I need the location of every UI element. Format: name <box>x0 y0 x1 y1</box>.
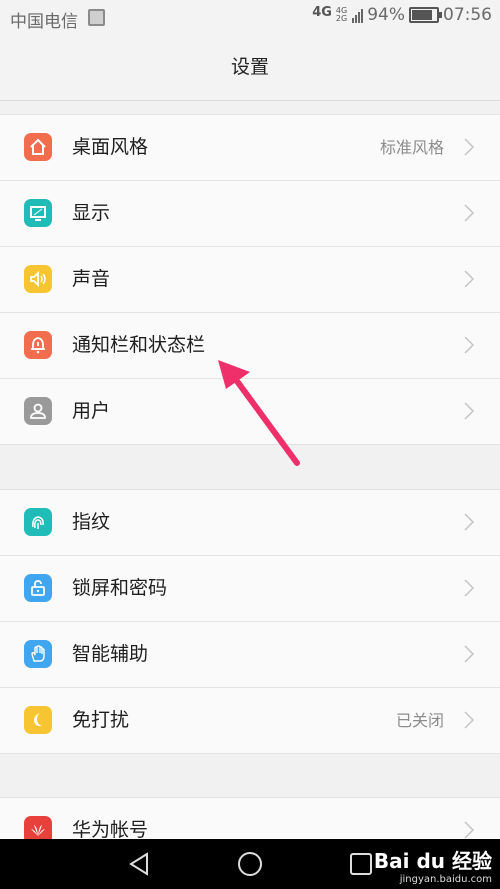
carrier-label: 中国电信 <box>10 12 78 32</box>
page-title: 设置 <box>230 56 269 78</box>
setting-display[interactable]: 显示 <box>0 181 500 247</box>
settings-group-2: 指纹 锁屏和密码 智能辅助 免打扰 已关闭 <box>0 489 500 754</box>
setting-value: 已关闭 <box>395 711 444 730</box>
setting-label: 显示 <box>72 202 111 224</box>
setting-home-style[interactable]: 桌面风格 标准风格 <box>0 115 500 181</box>
setting-label: 桌面风格 <box>72 136 149 158</box>
navigation-bar: Bai du 经验 jingyan.baidu.com <box>0 839 500 889</box>
fingerprint-icon <box>24 508 52 536</box>
chevron-right-icon <box>464 821 475 839</box>
back-icon[interactable] <box>126 851 152 877</box>
setting-label: 智能辅助 <box>72 643 149 665</box>
status-right: 4G 4G 2G 94% 07:56 <box>312 4 492 26</box>
unlock-icon <box>24 574 52 602</box>
battery-percent: 94% <box>367 5 405 25</box>
watermark-brand: Bai du 经验 <box>373 849 492 873</box>
settings-group-1: 桌面风格 标准风格 显示 声音 通知栏和状态栏 用户 <box>0 114 500 445</box>
setting-label: 指纹 <box>72 511 111 533</box>
user-icon <box>24 397 52 425</box>
setting-users[interactable]: 用户 <box>0 379 500 444</box>
chevron-right-icon <box>464 402 475 420</box>
chevron-right-icon <box>464 336 475 354</box>
settings-group-3: 华为帐号 <box>0 797 500 841</box>
status-bar: 中国电信 4G 4G 2G 94% 07:56 <box>0 0 500 34</box>
header: 设置 <box>0 34 500 101</box>
setting-sound[interactable]: 声音 <box>0 247 500 313</box>
setting-label: 锁屏和密码 <box>72 577 168 599</box>
setting-do-not-disturb[interactable]: 免打扰 已关闭 <box>0 688 500 753</box>
network-type: 4G <box>312 4 332 20</box>
moon-icon <box>24 706 52 734</box>
hand-icon <box>24 640 52 668</box>
setting-notification-statusbar[interactable]: 通知栏和状态栏 <box>0 313 500 379</box>
chevron-right-icon <box>464 645 475 663</box>
setting-huawei-account[interactable]: 华为帐号 <box>0 798 500 841</box>
chevron-right-icon <box>464 270 475 288</box>
signal-icon <box>352 7 364 23</box>
network-type-sim2: 2G <box>335 14 348 23</box>
setting-lock-password[interactable]: 锁屏和密码 <box>0 556 500 622</box>
battery-icon <box>409 7 442 23</box>
recents-icon[interactable] <box>348 851 374 877</box>
display-icon <box>24 199 52 227</box>
setting-label: 华为帐号 <box>72 819 149 841</box>
clock: 07:56 <box>443 5 492 25</box>
home-button-icon[interactable] <box>237 851 263 877</box>
setting-label: 通知栏和状态栏 <box>72 334 206 356</box>
image-notification-icon <box>88 9 105 26</box>
home-icon <box>24 133 52 161</box>
speaker-icon <box>24 265 52 293</box>
chevron-right-icon <box>464 711 475 729</box>
baidu-jingyan-watermark: Bai du 经验 jingyan.baidu.com <box>374 845 492 885</box>
bell-icon <box>24 331 52 359</box>
huawei-icon <box>24 816 52 840</box>
setting-label: 用户 <box>72 400 111 422</box>
chevron-right-icon <box>464 579 475 597</box>
watermark-url: jingyan.baidu.com <box>399 874 492 885</box>
setting-smart-assist[interactable]: 智能辅助 <box>0 622 500 688</box>
chevron-right-icon <box>464 138 475 156</box>
chevron-right-icon <box>464 204 475 222</box>
setting-label: 免打扰 <box>72 709 130 731</box>
setting-label: 声音 <box>72 268 111 290</box>
chevron-right-icon <box>464 513 475 531</box>
setting-fingerprint[interactable]: 指纹 <box>0 490 500 556</box>
dual-network-indicator: 4G 2G <box>336 7 347 23</box>
setting-value: 标准风格 <box>379 138 444 157</box>
